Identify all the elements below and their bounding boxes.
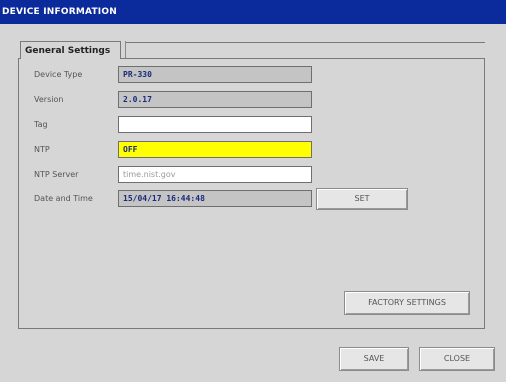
- save-button[interactable]: SAVE: [339, 347, 409, 371]
- date-time-label: Date and Time: [34, 194, 93, 203]
- factory-settings-button[interactable]: FACTORY SETTINGS: [344, 291, 470, 315]
- tag-label: Tag: [34, 120, 48, 129]
- ntp-toggle[interactable]: OFF: [118, 141, 312, 158]
- device-information-window: DEVICE INFORMATION General Settings Devi…: [0, 0, 506, 382]
- tab-divider: [125, 41, 126, 59]
- ntp-server-label: NTP Server: [34, 170, 79, 179]
- ntp-label: NTP: [34, 145, 50, 154]
- device-type-value: PR-330: [118, 66, 312, 83]
- tab-strip-line: [126, 42, 485, 43]
- ntp-server-input[interactable]: time.nist.gov: [118, 166, 312, 183]
- tab-general-settings[interactable]: General Settings: [20, 41, 121, 59]
- version-value: 2.0.17: [118, 91, 312, 108]
- set-button[interactable]: SET: [316, 188, 408, 210]
- close-button[interactable]: CLOSE: [419, 347, 495, 371]
- device-type-label: Device Type: [34, 70, 83, 79]
- date-time-value: 15/04/17 16:44:48: [118, 190, 312, 207]
- window-title: DEVICE INFORMATION: [0, 0, 506, 24]
- tag-input[interactable]: [118, 116, 312, 133]
- version-label: Version: [34, 95, 64, 104]
